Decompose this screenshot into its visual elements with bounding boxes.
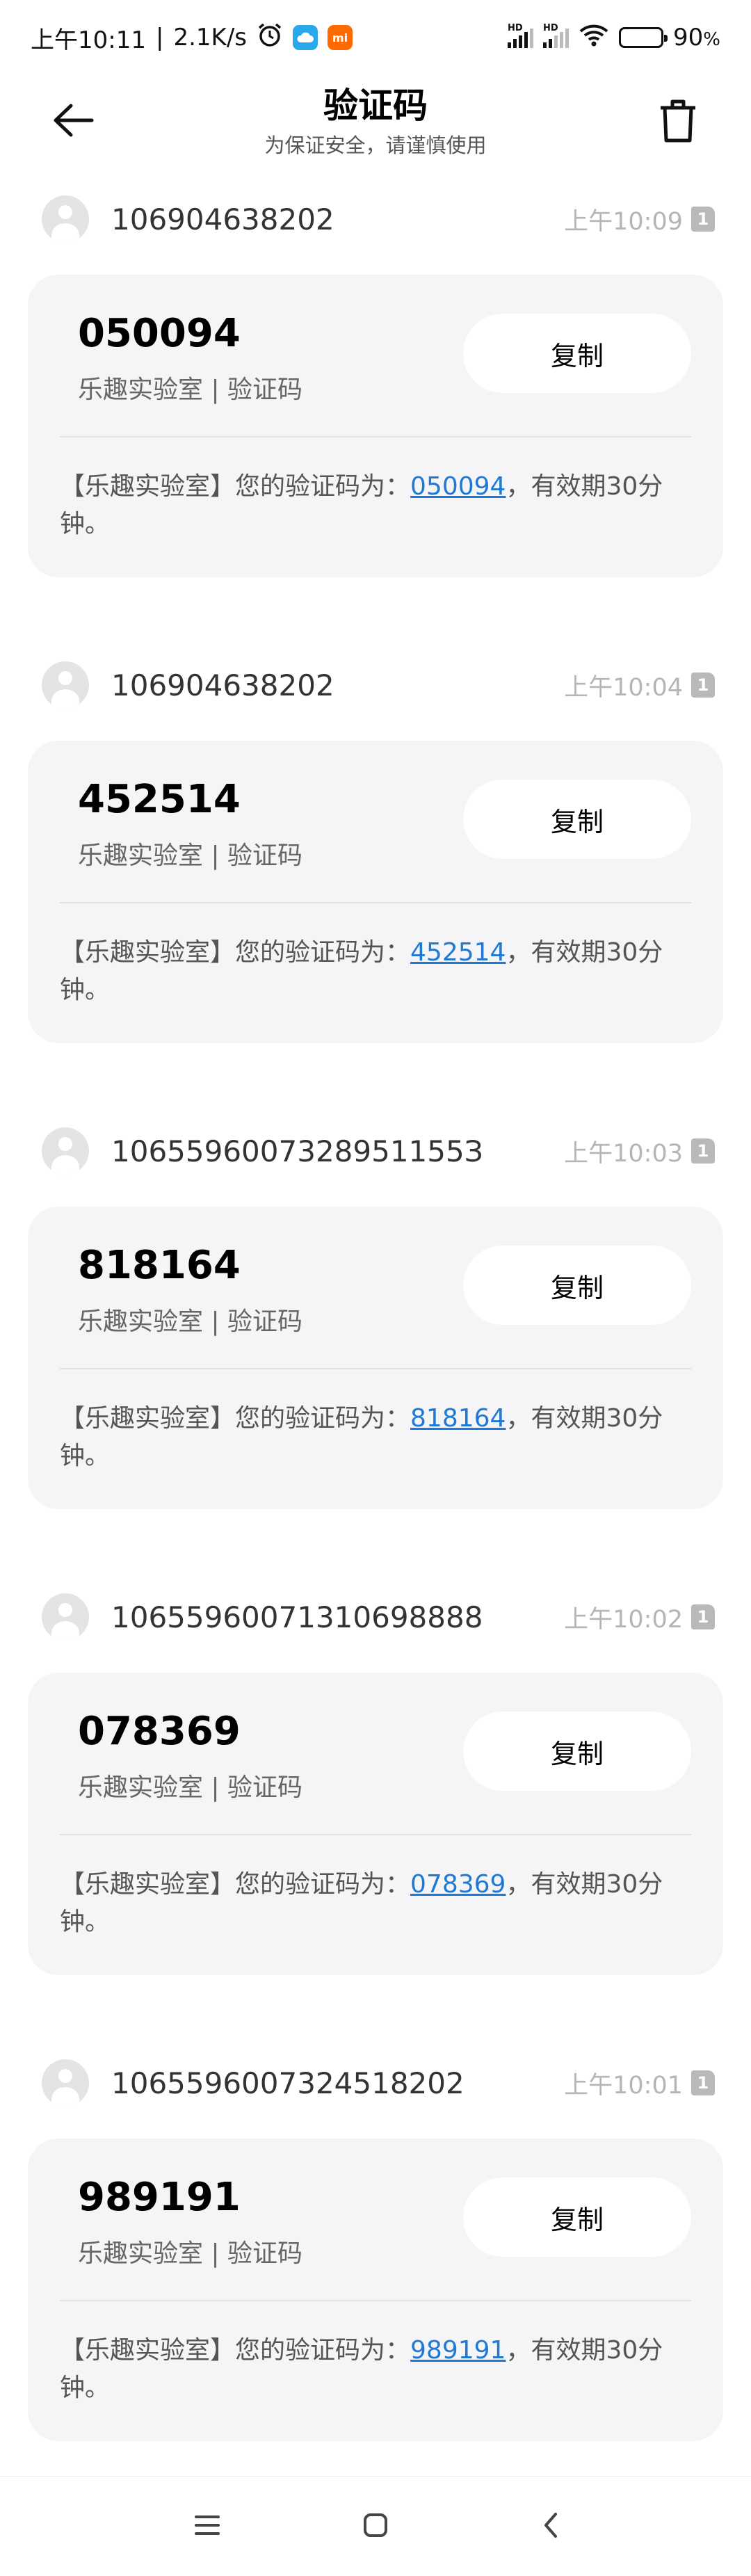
copy-button[interactable]: 复制 — [463, 1246, 691, 1325]
message-group: 1065596007328951155З 上午10:03 1 818164 乐趣… — [0, 1120, 751, 1586]
code-card[interactable]: 989191 乐趣实验室 | 验证码 复制 【乐趣实验室】您的验证码为：9891… — [28, 2139, 723, 2441]
sim-card-icon: 1 — [691, 207, 715, 232]
sender-row: 1065596007328951155З 上午10:03 1 — [42, 1127, 715, 1175]
code-card[interactable]: 818164 乐趣实验室 | 验证码 复制 【乐趣实验室】您的验证码为：8181… — [28, 1207, 723, 1509]
sender-number: 1065596007328951155З — [111, 1134, 483, 1168]
copy-button[interactable]: 复制 — [463, 780, 691, 859]
message-body: 【乐趣实验室】您的验证码为：818164，有效期30分钟。 — [60, 1404, 663, 1470]
message-time: 上午10:03 — [564, 1139, 683, 1168]
battery-icon — [619, 27, 668, 48]
system-nav-bar — [0, 2476, 751, 2576]
status-separator: | — [155, 24, 164, 51]
nav-back-button[interactable] — [516, 2497, 586, 2553]
page-title: 验证码 — [323, 86, 428, 126]
app-header: 验证码 为保证安全，请谨慎使用 — [0, 75, 751, 179]
menu-icon — [195, 2515, 220, 2535]
copy-button[interactable]: 复制 — [463, 2177, 691, 2257]
signal-icon: HD — [508, 23, 534, 48]
status-bar: 上午10:11 | 2.1K/s mi HD HD 90% — [0, 0, 751, 75]
divider — [60, 1834, 691, 1835]
code-link[interactable]: 818164 — [410, 1404, 506, 1433]
divider — [60, 1368, 691, 1369]
page-subtitle: 为保证安全，请谨慎使用 — [264, 134, 487, 157]
status-right: HD HD 90% — [508, 23, 720, 53]
sim-card-icon: 1 — [691, 1138, 715, 1164]
code-source: 乐趣实验室 | 验证码 — [78, 376, 303, 404]
code-source: 乐趣实验室 | 验证码 — [78, 1307, 303, 1336]
message-time: 上午10:01 — [564, 2071, 683, 2100]
avatar — [42, 1127, 89, 1175]
message-group: 106904638202 上午10:09 1 050094 乐趣实验室 | 验证… — [0, 188, 751, 654]
code-link[interactable]: 050094 — [410, 472, 506, 501]
battery-percent: 90% — [673, 24, 720, 51]
sender-row: 1065596007324518202 上午10:01 1 — [42, 2059, 715, 2107]
alarm-clock-icon — [257, 22, 283, 54]
message-list: 106904638202 上午10:09 1 050094 乐趣实验室 | 验证… — [0, 188, 751, 2518]
sender-row: 1065596007131069888​8 上午10:02 1 — [42, 1593, 715, 1641]
code-card[interactable]: 452514 乐趣实验室 | 验证码 复制 【乐趣实验室】您的验证码为：4525… — [28, 741, 723, 1043]
sender-number: 106904638202 — [111, 668, 334, 702]
sender-number: 1065596007324518202 — [111, 2066, 465, 2100]
divider — [60, 436, 691, 437]
home-square-icon — [364, 2513, 387, 2537]
copy-button[interactable]: 复制 — [463, 314, 691, 393]
sender-number: 106904638202 — [111, 202, 334, 236]
message-time: 上午10:09 — [564, 207, 683, 236]
message-body: 【乐趣实验室】您的验证码为：050094，有效期30分钟。 — [60, 472, 663, 538]
avatar — [42, 2059, 89, 2107]
code-source: 乐趣实验室 | 验证码 — [78, 2239, 303, 2268]
message-body: 【乐趣实验室】您的验证码为：452514，有效期30分钟。 — [60, 938, 663, 1004]
code-link[interactable]: 989191 — [410, 2336, 506, 2365]
message-time: 上午10:02 — [564, 1605, 683, 1634]
verification-code: 818164 — [78, 1243, 241, 1288]
verification-code: 989191 — [78, 2175, 241, 2220]
message-body: 【乐趣实验室】您的验证码为：989191，有效期30分钟。 — [60, 2336, 663, 2402]
sender-row: 106904638202 上午10:04 1 — [42, 661, 715, 709]
sim-card-icon: 1 — [691, 1604, 715, 1629]
sim-card-icon: 1 — [691, 2070, 715, 2095]
wifi-icon — [579, 23, 609, 53]
mi-app-icon: mi — [328, 25, 353, 50]
code-card[interactable]: 078369 乐趣实验室 | 验证码 复制 【乐趣实验室】您的验证码为：0783… — [28, 1673, 723, 1975]
copy-button[interactable]: 复制 — [463, 1712, 691, 1791]
code-source: 乐趣实验室 | 验证码 — [78, 1773, 303, 1802]
cloud-app-icon — [293, 25, 318, 50]
verification-code: 452514 — [78, 777, 241, 822]
signal-hd-label: HD — [543, 23, 558, 33]
code-card[interactable]: 050094 乐趣实验室 | 验证码 复制 【乐趣实验室】您的验证码为：0500… — [28, 275, 723, 577]
avatar — [42, 661, 89, 709]
message-group: 106904638202 上午10:04 1 452514 乐趣实验室 | 验证… — [0, 654, 751, 1120]
code-source: 乐趣实验室 | 验证码 — [78, 842, 303, 870]
code-link[interactable]: 452514 — [410, 938, 506, 967]
message-body: 【乐趣实验室】您的验证码为：078369，有效期30分钟。 — [60, 1870, 663, 1936]
message-time: 上午10:04 — [564, 673, 683, 702]
divider — [60, 902, 691, 903]
recent-apps-button[interactable] — [172, 2497, 242, 2553]
status-time: 上午10:11 — [31, 26, 146, 54]
status-left: 上午10:11 | 2.1K/s mi — [31, 21, 353, 55]
delete-button[interactable] — [654, 95, 702, 147]
signal-hd-label: HD — [508, 23, 523, 33]
sender-row: 106904638202 上午10:09 1 — [42, 195, 715, 243]
divider — [60, 2300, 691, 2301]
message-group: 1065596007131069888​8 上午10:02 1 078369 乐… — [0, 1586, 751, 2052]
verification-code: 050094 — [78, 311, 241, 356]
signal-icon: HD — [543, 23, 570, 48]
verification-code: 078369 — [78, 1709, 241, 1754]
home-button[interactable] — [341, 2497, 410, 2553]
network-speed: 2.1K/s — [173, 24, 247, 51]
code-link[interactable]: 078369 — [410, 1870, 506, 1899]
sender-number: 1065596007131069888​8 — [111, 1600, 483, 1634]
trash-icon — [661, 99, 695, 143]
chevron-left-icon — [544, 2513, 557, 2538]
avatar — [42, 1593, 89, 1641]
sim-card-icon: 1 — [691, 673, 715, 698]
message-group: 1065596007324518202 上午10:01 1 989191 乐趣实… — [0, 2052, 751, 2518]
avatar — [42, 195, 89, 243]
